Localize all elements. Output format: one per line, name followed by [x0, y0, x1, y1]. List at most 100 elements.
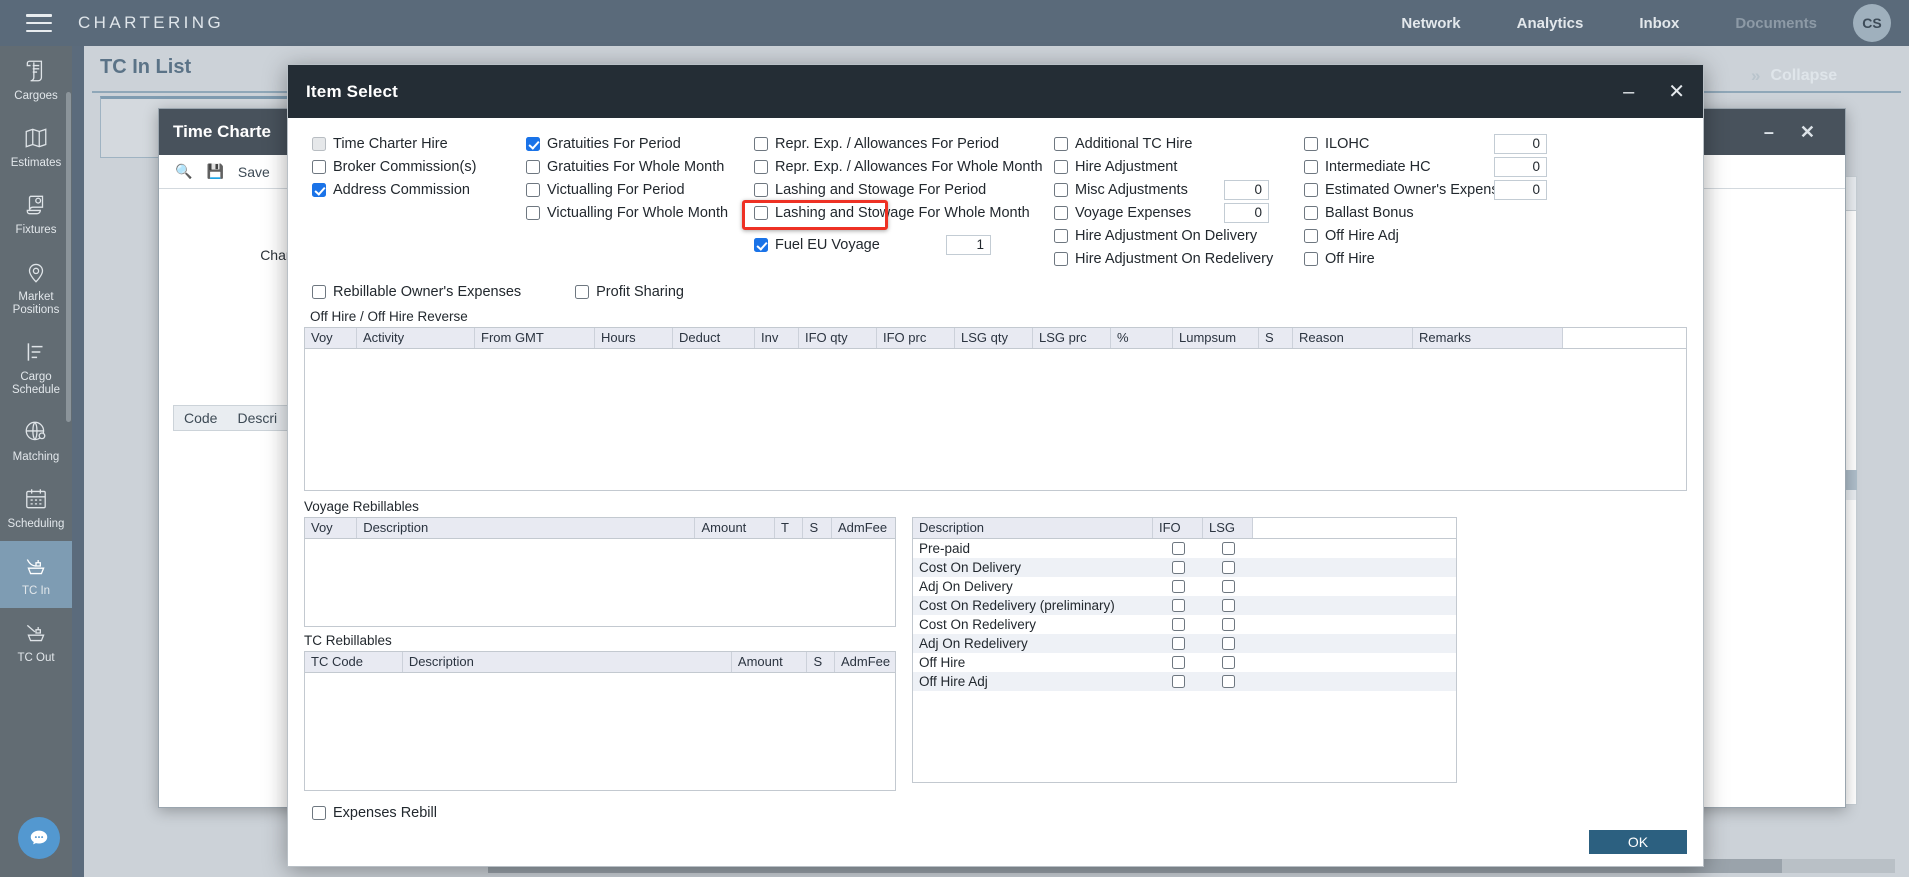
- column-header-ifo-prc[interactable]: IFO prc: [877, 328, 955, 348]
- nav-link-inbox[interactable]: Inbox: [1611, 15, 1707, 32]
- checkbox-box[interactable]: [1054, 160, 1068, 174]
- minimize-icon[interactable]: –: [1623, 82, 1634, 102]
- estimated-owners-expense-value[interactable]: 0: [1494, 180, 1547, 200]
- checkbox-box[interactable]: [1172, 637, 1185, 650]
- column-header-voy[interactable]: Voy: [305, 518, 357, 538]
- checkbox-box[interactable]: [526, 183, 540, 197]
- checkbox-victualling-for-whole-month[interactable]: Victualling For Whole Month: [526, 201, 754, 224]
- checkbox-address-commission[interactable]: Address Commission: [312, 178, 526, 201]
- table-row[interactable]: Pre-paid: [913, 539, 1456, 558]
- checkbox-hire-adjustment[interactable]: Hire Adjustment: [1054, 155, 1304, 178]
- checkbox-lashing-stowage-for-period[interactable]: Lashing and Stowage For Period: [754, 178, 1054, 201]
- column-header-ifo[interactable]: IFO: [1153, 518, 1203, 538]
- checkbox-estimated-owners-expense[interactable]: Estimated Owner's Expense: [1304, 178, 1484, 201]
- row-ifo-checkbox[interactable]: [1153, 656, 1203, 669]
- checkbox-box[interactable]: [312, 183, 326, 197]
- voyage-expenses-value[interactable]: 0: [1224, 203, 1269, 223]
- checkbox-box[interactable]: [1222, 561, 1235, 574]
- checkbox-profit-sharing[interactable]: Profit Sharing: [575, 280, 684, 303]
- checkbox-box[interactable]: [1222, 580, 1235, 593]
- checkbox-box[interactable]: [1222, 637, 1235, 650]
- sidebar-item-tc-out[interactable]: TC Out: [0, 608, 72, 675]
- checkbox-hire-adjustment-on-redelivery[interactable]: Hire Adjustment On Redelivery: [1054, 247, 1304, 270]
- checkbox-voyage-expenses[interactable]: Voyage Expenses: [1054, 201, 1214, 224]
- checkbox-box[interactable]: [526, 206, 540, 220]
- row-lsg-checkbox[interactable]: [1203, 675, 1253, 688]
- checkbox-intermediate-hc[interactable]: Intermediate HC: [1304, 155, 1484, 178]
- column-header-description[interactable]: Description: [357, 518, 695, 538]
- rail-scrollbar[interactable]: [66, 92, 71, 422]
- checkbox-ilohc[interactable]: ILOHC: [1304, 132, 1484, 155]
- row-lsg-checkbox[interactable]: [1203, 637, 1253, 650]
- checkbox-ballast-bonus[interactable]: Ballast Bonus: [1304, 201, 1564, 224]
- checkbox-box[interactable]: [754, 137, 768, 151]
- checkbox-box[interactable]: [526, 160, 540, 174]
- nav-link-documents[interactable]: Documents: [1707, 15, 1845, 32]
- checkbox-box[interactable]: [312, 160, 326, 174]
- row-ifo-checkbox[interactable]: [1153, 618, 1203, 631]
- checkbox-repr-exp-for-period[interactable]: Repr. Exp. / Allowances For Period: [754, 132, 1054, 155]
- row-ifo-checkbox[interactable]: [1153, 637, 1203, 650]
- column-header-s[interactable]: S: [1259, 328, 1293, 348]
- column-header-ifo-qty[interactable]: IFO qty: [799, 328, 877, 348]
- column-header-s[interactable]: S: [803, 518, 831, 538]
- column-header-amount[interactable]: Amount: [732, 652, 808, 672]
- checkbox-box[interactable]: [754, 160, 768, 174]
- checkbox-box[interactable]: [1304, 229, 1318, 243]
- column-header-deduct[interactable]: Deduct: [673, 328, 755, 348]
- column-header-activity[interactable]: Activity: [357, 328, 475, 348]
- nav-link-network[interactable]: Network: [1373, 15, 1488, 32]
- checkbox-box[interactable]: [1172, 599, 1185, 612]
- checkbox-fuel-eu-voyage[interactable]: Fuel EU Voyage: [754, 233, 904, 256]
- row-lsg-checkbox[interactable]: [1203, 656, 1253, 669]
- column-header-voy[interactable]: Voy: [305, 328, 357, 348]
- checkbox-box[interactable]: [1054, 183, 1068, 197]
- checkbox-off-hire-adj[interactable]: Off Hire Adj: [1304, 224, 1564, 247]
- checkbox-box[interactable]: [1054, 229, 1068, 243]
- sidebar-item-matching[interactable]: Matching: [0, 407, 72, 474]
- offhire-table-body[interactable]: [305, 349, 1686, 511]
- row-lsg-checkbox[interactable]: [1203, 618, 1253, 631]
- column-header-lsg-prc[interactable]: LSG prc: [1033, 328, 1111, 348]
- column-header-from-gmt[interactable]: From GMT: [475, 328, 595, 348]
- checkbox-box[interactable]: [1172, 542, 1185, 555]
- checkbox-box[interactable]: [575, 285, 589, 299]
- column-header-remarks[interactable]: Remarks: [1413, 328, 1563, 348]
- close-icon[interactable]: ✕: [1668, 82, 1685, 102]
- checkbox-box[interactable]: [1172, 561, 1185, 574]
- column-header-admfee[interactable]: AdmFee: [832, 518, 895, 538]
- row-ifo-checkbox[interactable]: [1153, 599, 1203, 612]
- checkbox-box[interactable]: [1304, 183, 1318, 197]
- checkbox-misc-adjustments[interactable]: Misc Adjustments: [1054, 178, 1214, 201]
- ilohc-value[interactable]: 0: [1494, 134, 1547, 154]
- checkbox-off-hire[interactable]: Off Hire: [1304, 247, 1564, 270]
- checkbox-box[interactable]: [1222, 599, 1235, 612]
- column-header-tc-code[interactable]: TC Code: [305, 652, 403, 672]
- checkbox-victualling-for-period[interactable]: Victualling For Period: [526, 178, 754, 201]
- avatar[interactable]: CS: [1853, 4, 1891, 42]
- checkbox-box[interactable]: [1054, 206, 1068, 220]
- column-header-lumpsum[interactable]: Lumpsum: [1173, 328, 1259, 348]
- checkbox-gratuities-for-period[interactable]: Gratuities For Period: [526, 132, 754, 155]
- column-header-lsg-qty[interactable]: LSG qty: [955, 328, 1033, 348]
- table-row[interactable]: Off Hire: [913, 653, 1456, 672]
- save-icon[interactable]: 💾: [206, 163, 223, 180]
- checkbox-box[interactable]: [1304, 252, 1318, 266]
- sidebar-item-estimates[interactable]: Estimates: [0, 113, 72, 180]
- search-icon[interactable]: 🔍: [175, 163, 192, 180]
- chat-bubble-icon[interactable]: [18, 817, 60, 859]
- row-lsg-checkbox[interactable]: [1203, 542, 1253, 555]
- column-header-amount[interactable]: Amount: [695, 518, 775, 538]
- table-row[interactable]: Adj On Delivery: [913, 577, 1456, 596]
- checkbox-box[interactable]: [1304, 206, 1318, 220]
- checkbox-box[interactable]: [1172, 675, 1185, 688]
- sidebar-item-fixtures[interactable]: Fixtures: [0, 180, 72, 247]
- checkbox-box[interactable]: [1172, 656, 1185, 669]
- row-ifo-checkbox[interactable]: [1153, 542, 1203, 555]
- hamburger-icon[interactable]: [26, 14, 52, 32]
- sidebar-item-tc-in[interactable]: TC In: [0, 541, 72, 608]
- checkbox-box[interactable]: [312, 806, 326, 820]
- column-header-hours[interactable]: Hours: [595, 328, 673, 348]
- table-row[interactable]: Cost On Delivery: [913, 558, 1456, 577]
- table-row[interactable]: Cost On Redelivery (preliminary): [913, 596, 1456, 615]
